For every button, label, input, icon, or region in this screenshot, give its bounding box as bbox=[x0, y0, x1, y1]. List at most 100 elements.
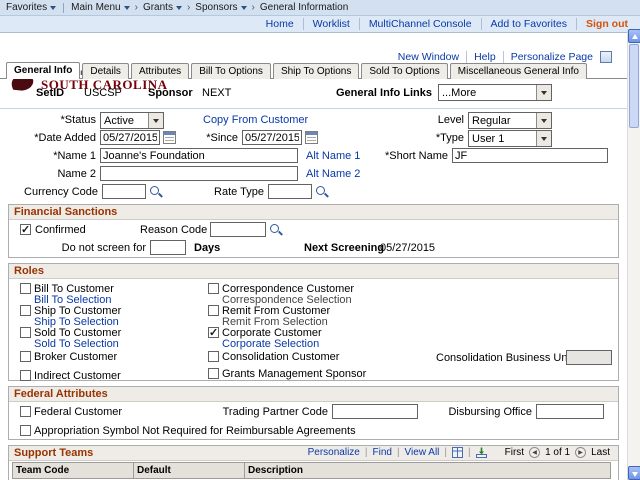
download-icon[interactable] bbox=[475, 447, 487, 458]
setid-value: USCSP bbox=[84, 87, 122, 99]
grid-bar-divider: | bbox=[444, 447, 447, 458]
confirmed-label: Confirmed bbox=[35, 224, 86, 236]
worklist-link[interactable]: Worklist bbox=[302, 18, 350, 30]
trading-partner-code-input[interactable] bbox=[332, 404, 418, 419]
calendar-icon[interactable] bbox=[305, 131, 318, 144]
status-select[interactable]: Active bbox=[100, 112, 164, 129]
grid-position: 1 of 1 bbox=[545, 447, 571, 458]
first-page-arrow-icon[interactable]: ◀ bbox=[529, 447, 541, 458]
grants-management-sponsor-checkbox[interactable] bbox=[208, 368, 219, 379]
reason-code-lookup-icon[interactable] bbox=[269, 223, 282, 236]
name1-input[interactable] bbox=[100, 148, 298, 163]
column-header-description[interactable]: Description bbox=[244, 462, 611, 479]
breadcrumb-sponsors[interactable]: Sponsors bbox=[195, 2, 247, 13]
tab-misc-general-info[interactable]: Miscellaneous General Info bbox=[449, 63, 587, 79]
sold-to-selection-link[interactable]: Sold To Selection bbox=[34, 338, 119, 350]
select-arrow-icon bbox=[536, 113, 551, 128]
scrollbar-thumb[interactable] bbox=[629, 44, 639, 128]
roles-title: Roles bbox=[14, 265, 44, 277]
date-added-input[interactable] bbox=[100, 130, 160, 145]
indirect-customer-label: Indirect Customer bbox=[34, 370, 121, 382]
view-all-link[interactable]: View All bbox=[405, 447, 440, 458]
level-label: Level bbox=[437, 114, 464, 126]
select-arrow-icon bbox=[148, 113, 163, 128]
type-select[interactable]: User 1 bbox=[468, 130, 552, 147]
sign-out-link[interactable]: Sign out bbox=[576, 18, 628, 30]
ship-to-customer-checkbox[interactable] bbox=[20, 305, 31, 316]
tab-general-info[interactable]: General Info bbox=[6, 62, 81, 79]
federal-customer-checkbox[interactable] bbox=[20, 406, 31, 417]
tab-sold-to-options[interactable]: Sold To Options bbox=[361, 63, 448, 79]
broker-customer-checkbox[interactable] bbox=[20, 351, 31, 362]
rate-type-lookup-icon[interactable] bbox=[315, 185, 328, 198]
calendar-icon[interactable] bbox=[163, 131, 176, 144]
indirect-customer-checkbox[interactable] bbox=[20, 370, 31, 381]
sponsor-value: NEXT bbox=[202, 87, 232, 99]
rate-type-input[interactable] bbox=[268, 184, 312, 199]
breadcrumb-separator-icon bbox=[130, 2, 143, 13]
column-header-team-code[interactable]: Team Code bbox=[12, 462, 134, 479]
since-input[interactable] bbox=[242, 130, 302, 145]
breadcrumb-grants[interactable]: Grants bbox=[143, 2, 182, 13]
consolidation-customer-checkbox[interactable] bbox=[208, 351, 219, 362]
tab-ship-to-options[interactable]: Ship To Options bbox=[272, 63, 360, 79]
short-name-input[interactable] bbox=[452, 148, 608, 163]
copy-from-customer-link[interactable]: Copy From Customer bbox=[203, 114, 308, 126]
alt-name1-link[interactable]: Alt Name 1 bbox=[306, 150, 360, 162]
general-info-links-label: General Info Links bbox=[336, 87, 432, 99]
disbursing-office-input[interactable] bbox=[536, 404, 604, 419]
breadcrumb: Favorites Main Menu Grants Sponsors Gene… bbox=[0, 0, 640, 16]
days-label: Days bbox=[194, 242, 221, 254]
zoom-grid-icon[interactable] bbox=[452, 447, 463, 458]
level-select[interactable]: Regular bbox=[468, 112, 552, 129]
do-not-screen-input[interactable] bbox=[150, 240, 186, 255]
scroll-up-icon[interactable] bbox=[628, 29, 640, 43]
since-label: *Since bbox=[206, 132, 238, 144]
name2-input[interactable] bbox=[100, 166, 298, 181]
find-link[interactable]: Find bbox=[372, 447, 391, 458]
broker-customer-label: Broker Customer bbox=[34, 351, 118, 363]
breadcrumb-divider bbox=[63, 2, 65, 13]
scroll-down-icon[interactable] bbox=[628, 466, 640, 480]
sponsor-general-information-page: Favorites Main Menu Grants Sponsors Gene… bbox=[0, 0, 640, 480]
tab-details[interactable]: Details bbox=[82, 63, 129, 79]
home-link[interactable]: Home bbox=[257, 18, 294, 30]
correspondence-customer-checkbox[interactable] bbox=[208, 283, 219, 294]
tab-bill-to-options[interactable]: Bill To Options bbox=[191, 63, 271, 79]
multichannel-console-link[interactable]: MultiChannel Console bbox=[358, 18, 472, 30]
vertical-scrollbar[interactable] bbox=[627, 29, 640, 480]
favorites-menu[interactable]: Favorites bbox=[6, 2, 57, 13]
breadcrumb-separator-icon bbox=[182, 2, 195, 13]
sold-to-customer-checkbox[interactable] bbox=[20, 327, 31, 338]
alt-name2-link[interactable]: Alt Name 2 bbox=[306, 168, 360, 180]
add-to-favorites-link[interactable]: Add to Favorites bbox=[480, 18, 567, 30]
consolidation-bu-label: Consolidation Business Unit bbox=[436, 352, 573, 364]
chevron-down-icon bbox=[50, 5, 57, 10]
bill-to-customer-checkbox[interactable] bbox=[20, 283, 31, 294]
federal-customer-label: Federal Customer bbox=[34, 406, 123, 418]
tab-attributes[interactable]: Attributes bbox=[130, 63, 190, 79]
personalize-link[interactable]: Personalize bbox=[308, 447, 360, 458]
confirmed-checkbox[interactable] bbox=[20, 223, 31, 236]
short-name-label: *Short Name bbox=[385, 150, 448, 162]
type-value: User 1 bbox=[472, 132, 505, 145]
corporate-selection-link[interactable]: Corporate Selection bbox=[222, 338, 319, 350]
reason-code-label: Reason Code bbox=[140, 224, 208, 236]
appropriation-symbol-label: Appropriation Symbol Not Required for Re… bbox=[34, 425, 356, 437]
last-label: Last bbox=[591, 447, 610, 458]
general-info-links-select[interactable]: ...More bbox=[438, 84, 552, 101]
setid-label: SetID bbox=[36, 87, 65, 99]
page-menu-icon[interactable] bbox=[600, 51, 612, 63]
general-info-links-value: ...More bbox=[442, 86, 477, 99]
currency-code-input[interactable] bbox=[102, 184, 146, 199]
remit-from-customer-checkbox[interactable] bbox=[208, 305, 219, 316]
last-page-arrow-icon[interactable]: ▶ bbox=[575, 447, 587, 458]
currency-lookup-icon[interactable] bbox=[149, 185, 162, 198]
column-header-default[interactable]: Default bbox=[133, 462, 245, 479]
main-menu[interactable]: Main Menu bbox=[71, 2, 130, 13]
corporate-customer-checkbox[interactable] bbox=[208, 326, 219, 339]
financial-sanctions-header: Financial Sanctions bbox=[9, 205, 618, 220]
reason-code-input[interactable] bbox=[210, 222, 266, 237]
grants-management-sponsor-label: Grants Management Sponsor bbox=[222, 368, 367, 380]
appropriation-symbol-checkbox[interactable] bbox=[20, 425, 31, 436]
